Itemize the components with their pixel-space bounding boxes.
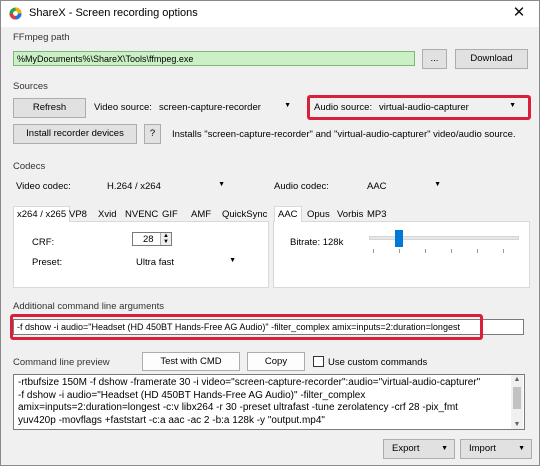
video-source-value: screen-capture-recorder <box>159 102 261 113</box>
chevron-down-icon: ▼ <box>518 445 525 452</box>
scroll-up-icon[interactable]: ▲ <box>511 376 523 383</box>
slider-tick <box>451 249 452 253</box>
video-source-select[interactable]: screen-capture-recorder ▼ <box>159 102 297 114</box>
audio-source-select[interactable]: virtual-audio-capturer ▼ <box>379 102 522 114</box>
command-preview-box[interactable]: -rtbufsize 150M -f dshow -framerate 30 -… <box>13 374 525 430</box>
video-source-label: Video source: <box>94 102 152 113</box>
preview-line: amix=inputs=2:duration=longest -c:v libx… <box>18 402 458 413</box>
tab-vorbis[interactable]: Vorbis <box>337 209 363 220</box>
chevron-down-icon: ▼ <box>509 102 516 109</box>
tab-mp3[interactable]: MP3 <box>367 209 387 220</box>
close-icon[interactable]: ✕ <box>509 3 529 23</box>
tab-quicksync[interactable]: QuickSync <box>222 209 267 220</box>
browse-button[interactable]: ... <box>422 49 447 69</box>
audio-source-label: Audio source: <box>314 102 373 113</box>
command-preview-label: Command line preview <box>13 357 110 368</box>
scroll-down-icon[interactable]: ▼ <box>511 421 523 428</box>
help-button[interactable]: ? <box>144 124 161 144</box>
tab-aac[interactable]: AAC <box>274 206 302 222</box>
stepper-arrows-icon[interactable]: ▲ ▼ <box>160 233 171 245</box>
copy-button[interactable]: Copy <box>247 352 305 371</box>
preview-line: yuv420p -movflags +faststart -c:a aac -a… <box>18 414 325 426</box>
import-label: Import <box>469 443 496 454</box>
video-codec-select[interactable]: H.264 / x264 ▼ <box>107 181 231 193</box>
crf-value: 28 <box>143 234 154 245</box>
sources-label: Sources <box>13 81 48 92</box>
audio-codec-label: Audio codec: <box>274 181 329 192</box>
export-button[interactable]: Export ▼ <box>383 439 455 459</box>
ffmpeg-path-label: FFmpeg path <box>13 32 70 43</box>
crf-stepper[interactable]: 28 ▲ ▼ <box>132 232 172 246</box>
export-label: Export <box>392 443 420 454</box>
import-button[interactable]: Import ▼ <box>460 439 532 459</box>
sharex-app-icon <box>9 7 22 20</box>
install-recorder-devices-button[interactable]: Install recorder devices <box>13 124 137 144</box>
preview-scrollbar[interactable]: ▲ ▼ <box>511 375 523 429</box>
slider-tick <box>399 249 400 253</box>
title-bar: ShareX - Screen recording options ✕ <box>1 1 539 27</box>
scrollbar-thumb[interactable] <box>513 387 521 409</box>
video-codec-label: Video codec: <box>16 181 71 192</box>
test-with-cmd-button[interactable]: Test with CMD <box>142 352 240 371</box>
ffmpeg-path-input[interactable]: %MyDocuments%\ShareX\Tools\ffmpeg.exe <box>13 51 415 66</box>
preview-line: -rtbufsize 150M -f dshow -framerate 30 -… <box>18 377 481 388</box>
chevron-down-icon: ▼ <box>434 181 441 188</box>
slider-tick <box>373 249 374 253</box>
preset-select[interactable]: Ultra fast ▼ <box>136 257 242 269</box>
audio-codec-value: AAC <box>367 181 387 192</box>
tab-xvid[interactable]: Xvid <box>98 209 116 220</box>
chevron-down-icon: ▼ <box>441 445 448 452</box>
tab-nvenc[interactable]: NVENC <box>125 209 158 220</box>
screen-recording-options-window: ShareX - Screen recording options ✕ FFmp… <box>0 0 540 466</box>
use-custom-commands-label: Use custom commands <box>328 357 428 368</box>
preset-value: Ultra fast <box>136 257 175 268</box>
tab-gif[interactable]: GIF <box>162 209 178 220</box>
video-codec-value: H.264 / x264 <box>107 181 161 192</box>
download-button[interactable]: Download <box>455 49 528 69</box>
tab-x264[interactable]: x264 / x265 <box>13 206 71 222</box>
window-title: ShareX - Screen recording options <box>29 7 198 19</box>
audio-codec-select[interactable]: AAC ▼ <box>367 181 447 193</box>
tab-amf[interactable]: AMF <box>191 209 211 220</box>
chevron-down-icon: ▼ <box>218 181 225 188</box>
chevron-down-icon: ▼ <box>229 257 236 264</box>
preview-line: -f dshow -i audio="Headset (HD 450BT Han… <box>18 389 366 401</box>
tab-opus[interactable]: Opus <box>307 209 330 220</box>
use-custom-commands-checkbox[interactable] <box>313 356 324 367</box>
tab-vp8[interactable]: VP8 <box>69 209 87 220</box>
additional-args-highlight <box>10 314 483 340</box>
bitrate-slider-track[interactable] <box>369 236 519 240</box>
audio-source-value: virtual-audio-capturer <box>379 102 469 113</box>
install-note: Installs "screen-capture-recorder" and "… <box>172 129 516 140</box>
codecs-label: Codecs <box>13 161 46 172</box>
slider-tick <box>477 249 478 253</box>
crf-label: CRF: <box>32 237 55 248</box>
bitrate-slider-thumb[interactable] <box>395 230 403 247</box>
refresh-button[interactable]: Refresh <box>13 98 86 118</box>
additional-args-label: Additional command line arguments <box>13 301 165 312</box>
preset-label: Preset: <box>32 257 63 268</box>
slider-tick <box>503 249 504 253</box>
bitrate-label: Bitrate: 128k <box>290 237 344 248</box>
slider-tick <box>425 249 426 253</box>
chevron-down-icon: ▼ <box>284 102 291 109</box>
